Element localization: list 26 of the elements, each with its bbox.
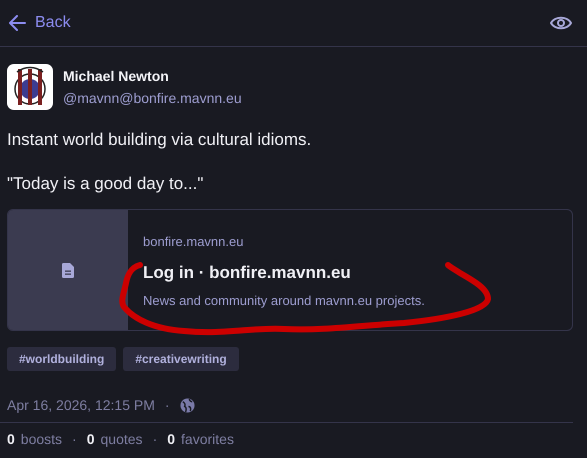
hashtag-chip[interactable]: #creativewriting: [123, 347, 239, 371]
link-description: News and community around mavnn.eu projects.: [143, 293, 425, 308]
eye-icon[interactable]: [550, 15, 572, 31]
stat-label[interactable]: boosts: [20, 431, 62, 447]
globe-icon: [180, 398, 195, 412]
back-arrow-icon: [8, 15, 26, 31]
post-date[interactable]: Apr 16, 2026, 12:15 PM: [7, 397, 155, 413]
separator-dot: ·: [164, 397, 170, 413]
back-link[interactable]: Back: [8, 14, 71, 32]
stat-label[interactable]: favorites: [181, 431, 234, 447]
post-text: Instant world building via cultural idioms.: [6, 130, 312, 150]
stat-count: 0: [7, 431, 15, 447]
stat-count: 0: [167, 431, 176, 447]
stat-count: 0: [86, 431, 95, 447]
separator-dot: ·: [152, 431, 158, 447]
stat-label[interactable]: quotes: [100, 431, 143, 447]
link-preview-card[interactable]: bonfire.mavnn.eu Log in · bonfire.mavnn.eu News and community around mavnn.eu projects.: [7, 209, 573, 331]
separator-dot: ·: [72, 431, 77, 447]
document-icon: [62, 262, 74, 278]
avatar-drawing: [7, 64, 53, 110]
author-name[interactable]: Michael Newton: [63, 68, 242, 84]
post-text: "Today is a good day to...": [6, 174, 204, 194]
author-handle[interactable]: @mavnn@bonfire.mavnn.eu: [63, 90, 242, 106]
hashtag-chip[interactable]: #worldbuilding: [7, 347, 116, 371]
link-domain: bonfire.mavnn.eu: [143, 234, 244, 249]
link-title: Log in · bonfire.mavnn.eu: [143, 263, 352, 283]
